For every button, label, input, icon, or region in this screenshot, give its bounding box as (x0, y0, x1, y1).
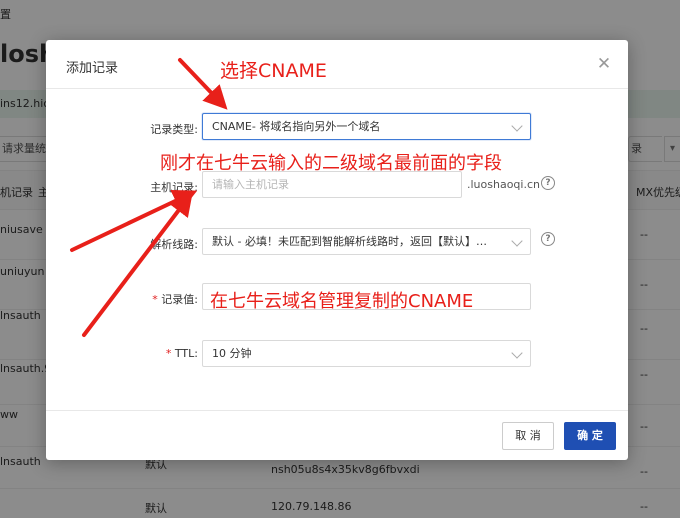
annotation-host-hint: 刚才在七牛云输入的二级域名最前面的字段 (160, 153, 502, 174)
arrow-line-to-host (70, 190, 198, 252)
annotation-arrows (70, 58, 228, 337)
annotation-value-hint: 在七牛云域名管理复制的CNAME (210, 291, 474, 312)
arrow-record-type (178, 58, 228, 110)
annotation-select-cname: 选择CNAME (220, 60, 327, 82)
